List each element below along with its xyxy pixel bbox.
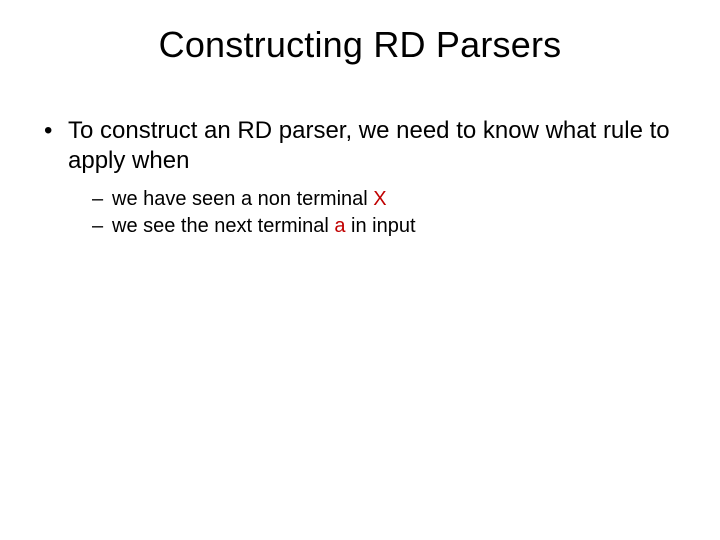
bullet-main: To construct an RD parser, we need to kn… xyxy=(40,116,680,240)
sub1-pre: we have seen a non terminal xyxy=(112,188,373,210)
nonterminal-x: X xyxy=(373,188,386,210)
sub-bullet-1: we have seen a non terminal X xyxy=(92,186,680,213)
bullet-list-level1: To construct an RD parser, we need to kn… xyxy=(40,116,680,240)
slide: Constructing RD Parsers To construct an … xyxy=(0,0,720,540)
sub2-post: in input xyxy=(345,215,415,237)
slide-body: To construct an RD parser, we need to kn… xyxy=(40,116,680,240)
bullet-list-level2: we have seen a non terminal X we see the… xyxy=(68,186,680,240)
slide-title: Constructing RD Parsers xyxy=(0,24,720,66)
bullet-main-text: To construct an RD parser, we need to kn… xyxy=(68,117,670,174)
terminal-a: a xyxy=(334,215,345,237)
sub-bullet-2: we see the next terminal a in input xyxy=(92,213,680,240)
sub2-pre: we see the next terminal xyxy=(112,215,334,237)
